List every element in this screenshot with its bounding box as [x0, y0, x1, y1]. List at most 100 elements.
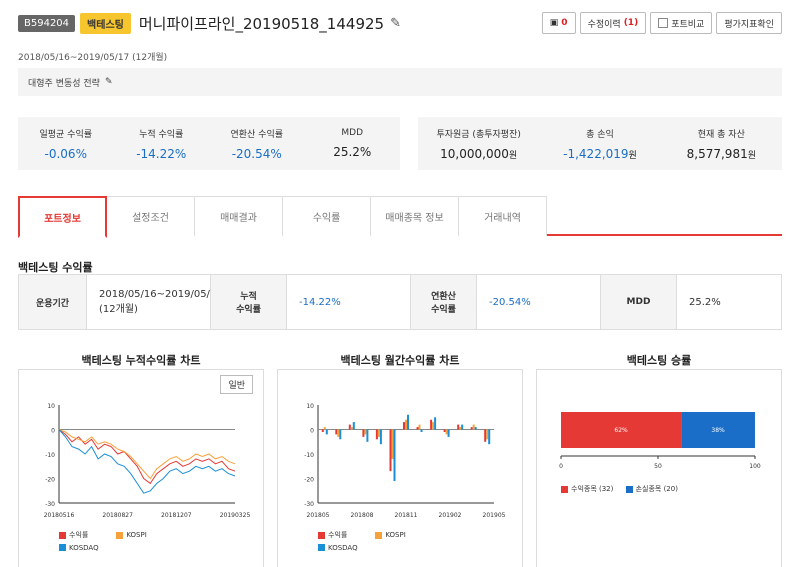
- bar: [486, 429, 489, 440]
- bar: [420, 429, 423, 432]
- stat-label: 누적 수익률: [139, 129, 184, 140]
- tab-trade-results[interactable]: 매매결과: [194, 196, 283, 236]
- bar: [488, 429, 491, 445]
- stat-total-asset: 현재 총 자산 8,577,981원: [661, 117, 782, 170]
- bar: [379, 429, 382, 445]
- x-tick-label: 201805: [307, 512, 330, 519]
- y-tick-label: 0: [51, 428, 55, 435]
- comment-button[interactable]: ▣ 0: [541, 12, 576, 34]
- bar: [474, 427, 477, 430]
- unit: 원: [508, 150, 518, 161]
- bar: [403, 422, 405, 430]
- header-actions: ▣ 0 수정이력 (1) 포트비교 평가지표확인: [541, 12, 782, 34]
- stat-value: -1,422,019원: [563, 147, 637, 161]
- stat-label: 연환산 수익률: [230, 129, 284, 140]
- cum-return-label: 누적 수익률: [211, 275, 287, 329]
- bar: [470, 427, 473, 430]
- bar: [461, 424, 464, 430]
- tab-traded-stocks[interactable]: 매매종목 정보: [370, 196, 459, 236]
- legend-item-kospi: KOSPI: [375, 531, 406, 539]
- period-range: 2018/05/16~2019/05/17: [99, 289, 223, 300]
- legend-swatch: [561, 485, 568, 493]
- pnl-value: -1,422,019: [563, 146, 629, 161]
- mdd-label: MDD: [601, 275, 677, 329]
- legend-label: 수익률: [328, 531, 348, 539]
- stat-pnl: 총 손익 -1,422,019원: [539, 117, 660, 170]
- legend-row: KOSDAQ: [59, 544, 175, 554]
- bar: [447, 429, 450, 437]
- period-label: 운용기간: [19, 275, 87, 329]
- stat-value: 25.2%: [333, 145, 372, 159]
- bar: [335, 429, 338, 435]
- monthly-chart-title: 백테스팅 월간수익률 차트: [340, 354, 460, 367]
- stat-label: 총 손익: [586, 129, 614, 140]
- bar: [325, 429, 328, 435]
- legend-label: KOSPI: [385, 531, 406, 539]
- bar: [472, 424, 475, 430]
- legend-row: 수익률 KOSPI: [59, 530, 175, 541]
- revision-history-button[interactable]: 수정이력 (1): [579, 12, 647, 34]
- legend-swatch: [625, 485, 633, 493]
- legend-swatch: [116, 531, 124, 539]
- bar: [364, 429, 367, 435]
- tab-returns[interactable]: 수익률: [282, 196, 371, 236]
- x-tick-label: 201808: [351, 512, 374, 519]
- principal-value: 10,000,000: [440, 146, 509, 161]
- legend-swatch: [318, 531, 325, 539]
- legend-item-kospi: KOSPI: [116, 531, 147, 539]
- portfolio-compare-button[interactable]: 포트비교: [650, 12, 713, 34]
- legend-swatch: [59, 544, 66, 551]
- eval-metrics-button[interactable]: 평가지표확인: [716, 12, 782, 34]
- winrate-chart-svg: 62% 38% 0 50 100: [559, 412, 761, 470]
- period-value: 2018/05/16~2019/05/17 (12개월): [87, 275, 223, 329]
- legend-label: KOSPI: [126, 531, 147, 539]
- chart-legend: 수익종목 (32) 손실종목 (20): [561, 484, 706, 495]
- x-tick-label: 20190325: [220, 512, 251, 519]
- monthly-chart: 10 0 -10 -20 -30 201805 201808 201811 201902 2019…: [277, 369, 523, 567]
- y-tick-label: -30: [304, 501, 314, 508]
- legend-label: 손실종목 (20): [635, 485, 678, 493]
- cumulative-chart-title: 백테스팅 누적수익률 차트: [81, 354, 201, 367]
- x-tick-label: 201902: [439, 512, 462, 519]
- y-tick-label: -10: [45, 452, 55, 459]
- x-tick-label: 201811: [395, 512, 418, 519]
- bar: [348, 424, 351, 430]
- tab-portfolio-info[interactable]: 포트정보: [18, 196, 107, 238]
- summary-returns: 일평균 수익률 -0.06% 누적 수익률 -14.22% 연환산 수익률 -2…: [18, 117, 400, 170]
- legend-swatch: [59, 531, 66, 539]
- pencil-icon[interactable]: ✎: [390, 16, 401, 31]
- x-tick-label: 100: [749, 463, 761, 470]
- pencil-icon[interactable]: ✎: [105, 77, 113, 87]
- stat-value: -20.54%: [231, 146, 282, 161]
- comment-icon: ▣: [549, 18, 559, 28]
- y-tick-label: -10: [304, 452, 314, 459]
- legend-swatch: [318, 544, 325, 551]
- bar: [375, 429, 378, 440]
- revision-label: 수정이력: [587, 19, 621, 30]
- chart-legend: 수익률 KOSPI KOSDAQ: [59, 530, 175, 553]
- annual-return-label: 연환산 수익률: [411, 275, 477, 329]
- bar: [484, 429, 487, 442]
- bar: [418, 424, 421, 430]
- returns-section-title: 백테스팅 수익률: [18, 261, 93, 274]
- bar: [339, 429, 342, 440]
- tab-transactions[interactable]: 거래내역: [458, 196, 547, 236]
- annual-label-1: 연환산: [431, 292, 456, 302]
- series-line-3: [58, 429, 236, 494]
- page-title: 머니파이프라인_20190518_144925: [138, 14, 385, 33]
- stat-value: -0.06%: [44, 146, 87, 161]
- tab-settings[interactable]: 설정조건: [106, 196, 195, 236]
- chart-type-button[interactable]: 일반: [220, 375, 253, 394]
- compare-checkbox[interactable]: [658, 18, 669, 28]
- y-tick-label: -20: [304, 477, 314, 484]
- bar-data-label: 62%: [614, 427, 628, 434]
- strategy-bar: 대형주 변동성 전략 ✎: [18, 68, 782, 96]
- stat-label: 투자원금 (총투자평잔): [436, 129, 521, 140]
- y-tick-label: -30: [45, 501, 55, 508]
- returns-table: 운용기간 2018/05/16~2019/05/17 (12개월) 누적 수익률…: [18, 274, 782, 330]
- stat-value: -14.22%: [136, 146, 187, 161]
- stat-daily-avg: 일평균 수익률 -0.06%: [18, 117, 114, 170]
- winrate-chart: 62% 38% 0 50 100 수익종목 (32) 손실종목 (20): [536, 369, 782, 567]
- x-tick-label: 201905: [483, 512, 506, 519]
- bar: [432, 422, 435, 430]
